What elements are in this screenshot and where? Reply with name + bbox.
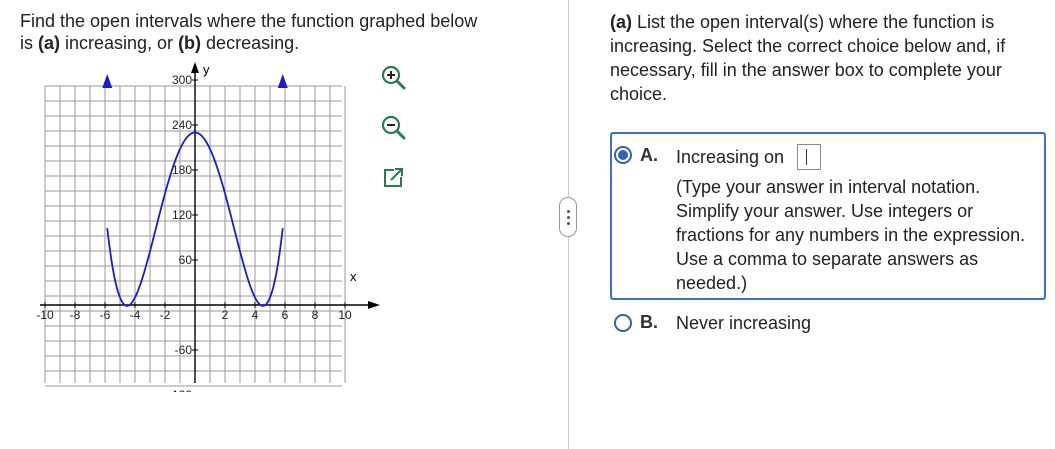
part-a-instructions: (a) List the open interval(s) where the … bbox=[610, 10, 1040, 106]
x-tick-label: 8 bbox=[312, 308, 319, 322]
x-tick-label: -8 bbox=[70, 308, 81, 322]
y-tick-label: 300 bbox=[172, 73, 192, 87]
question-line-1: Find the open intervals where the functi… bbox=[20, 11, 478, 31]
x-tick-label: -10 bbox=[36, 308, 54, 322]
instructions-text: List the open interval(s) where the func… bbox=[610, 12, 1006, 104]
y-tick-label: 120 bbox=[172, 208, 192, 222]
zoom-in-icon bbox=[381, 65, 406, 90]
choice-a-hint: (Type your answer in interval notation. … bbox=[676, 177, 1026, 293]
zoom-out-button[interactable] bbox=[380, 114, 406, 140]
function-graph: -10 -8 -6 -4 -2 2 4 6 8 10 300 240 180 120 60 -60 -120 x… bbox=[36, 62, 380, 392]
y-axis-label: y bbox=[203, 62, 210, 77]
choice-b-radio[interactable] bbox=[614, 314, 632, 332]
x-tick-label: 10 bbox=[338, 308, 352, 322]
choice-a-radio[interactable] bbox=[614, 146, 632, 164]
zoom-in-button[interactable] bbox=[380, 64, 406, 90]
x-axis-label: x bbox=[350, 269, 357, 284]
x-tick-label: 2 bbox=[222, 308, 229, 322]
zoom-out-icon bbox=[381, 115, 406, 140]
choice-a-label: Increasing on bbox=[676, 147, 785, 167]
panel-resize-handle[interactable] bbox=[559, 197, 577, 237]
x-tick-label: -6 bbox=[100, 308, 111, 322]
popout-button[interactable] bbox=[380, 165, 406, 191]
graph-tick-labels: -10 -8 -6 -4 -2 2 4 6 8 10 300 240 180 120 60 -60 -120 bbox=[36, 73, 352, 392]
choice-b-label: Never increasing bbox=[676, 313, 812, 333]
y-tick-label: -60 bbox=[175, 343, 193, 357]
curve-right-arrow bbox=[277, 74, 288, 88]
y-tick-label: -120 bbox=[168, 388, 192, 392]
choice-a-letter: A. bbox=[640, 145, 658, 165]
y-tick-label: 240 bbox=[172, 118, 192, 132]
x-tick-label: 6 bbox=[282, 308, 289, 322]
y-axis-arrow bbox=[191, 62, 199, 73]
question-line-2: is (a) increasing, or (b) decreasing. bbox=[20, 33, 300, 53]
curve-left-arrow bbox=[102, 74, 113, 88]
question-text: Find the open intervals where the functi… bbox=[20, 10, 540, 54]
interval-answer-input[interactable] bbox=[797, 144, 821, 170]
instructions-part-label: (a) bbox=[610, 12, 632, 32]
y-tick-label: 180 bbox=[172, 163, 192, 177]
x-axis-arrow bbox=[368, 301, 380, 309]
x-tick-label: -4 bbox=[130, 308, 141, 322]
popout-icon bbox=[384, 168, 403, 187]
choice-b-letter: B. bbox=[640, 312, 658, 332]
x-tick-label: 4 bbox=[252, 308, 259, 322]
part-a-label: (a) bbox=[38, 33, 60, 53]
y-tick-label: 60 bbox=[179, 253, 193, 267]
part-b-label: (b) bbox=[178, 33, 202, 53]
x-tick-label: -2 bbox=[160, 308, 171, 322]
